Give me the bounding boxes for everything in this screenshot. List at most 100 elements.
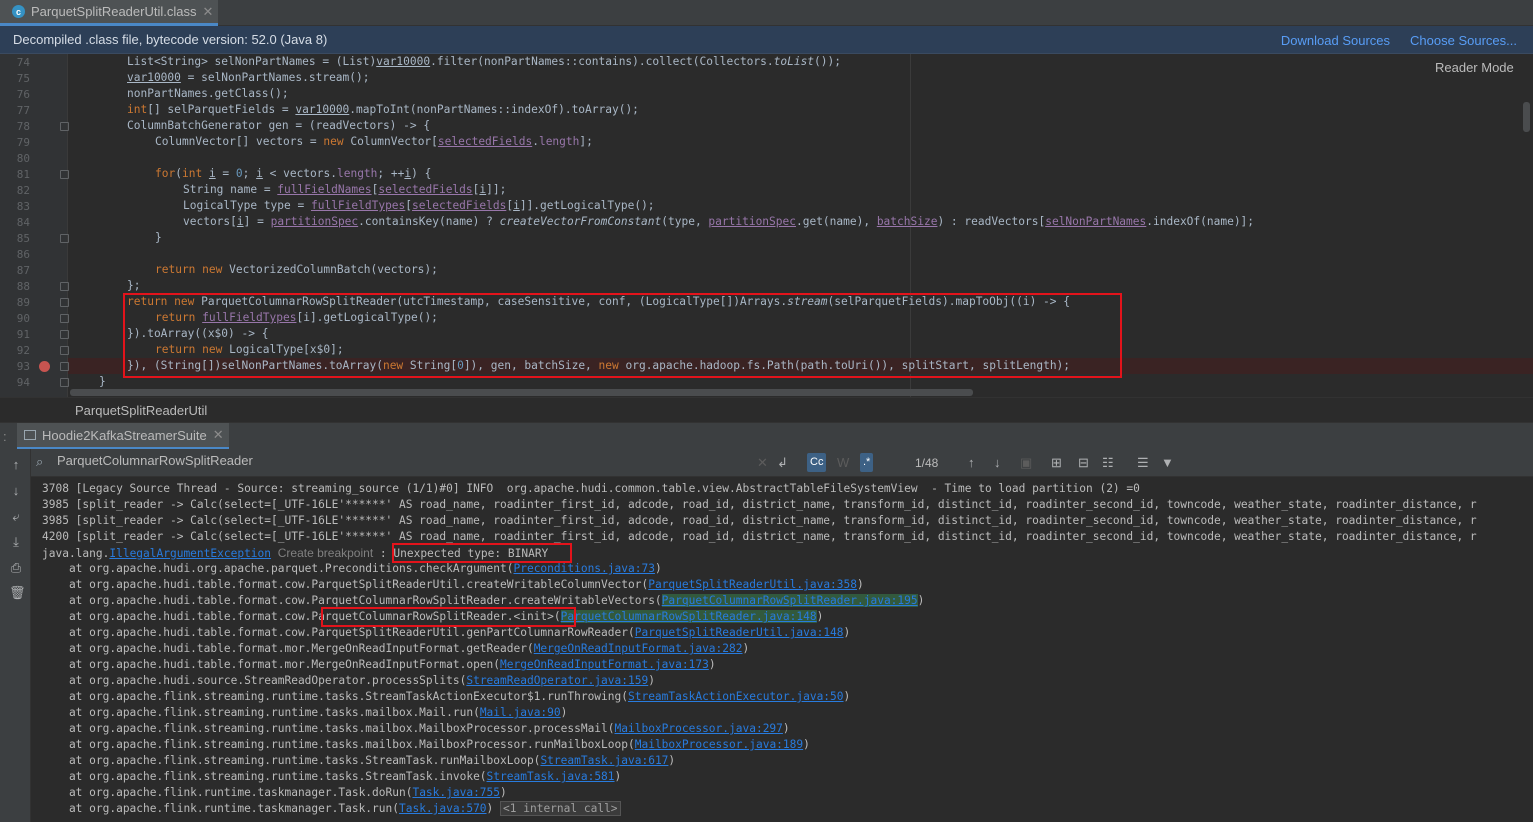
select-all-occurrences-icon[interactable]: ☷ bbox=[1102, 455, 1114, 471]
horizontal-scrollbar[interactable] bbox=[70, 389, 973, 396]
banner-message: Decompiled .class file, bytecode version… bbox=[13, 32, 328, 47]
match-case-toggle[interactable]: Cc bbox=[807, 453, 827, 472]
scroll-to-end-icon[interactable]: ⤓ bbox=[9, 535, 23, 549]
previous-match-icon[interactable]: ↑ bbox=[968, 455, 975, 470]
frame-text: at org.apache.hudi.source.StreamReadOper… bbox=[42, 674, 467, 687]
run-config-icon bbox=[24, 430, 36, 440]
code-line: ColumnBatchGenerator gen = (readVectors)… bbox=[127, 119, 431, 132]
frame-suffix: ) bbox=[857, 578, 864, 591]
run-tab[interactable]: Hoodie2KafkaStreamerSuite ✕ bbox=[17, 423, 229, 450]
regex-toggle[interactable]: .* bbox=[860, 453, 874, 472]
line-number: 92 bbox=[16, 344, 30, 357]
frame-link[interactable]: StreamTaskActionExecutor.java:50 bbox=[628, 690, 844, 703]
console-toolbar: ↑ ↓ ⤶ ⤓ ⎙ 🗑 bbox=[0, 449, 31, 822]
remove-occurrence-icon[interactable]: ⊟ bbox=[1078, 455, 1089, 471]
line-number: 79 bbox=[16, 136, 30, 149]
line-number: 81 bbox=[16, 168, 30, 181]
select-all-icon[interactable]: ▣ bbox=[1020, 455, 1032, 471]
line-number: 86 bbox=[16, 248, 30, 261]
line-number: 75 bbox=[16, 72, 30, 85]
editor-tab-bar: c ParquetSplitReaderUtil.class ✕ bbox=[0, 0, 1533, 26]
arrow-up-icon[interactable]: ↑ bbox=[9, 458, 23, 472]
frame-suffix: ) bbox=[560, 706, 568, 719]
code-line: String name = fullFieldNames[selectedFie… bbox=[183, 183, 507, 196]
words-toggle[interactable]: W bbox=[837, 455, 849, 470]
trash-icon[interactable]: 🗑 bbox=[9, 586, 26, 600]
frame-link[interactable]: ParquetColumnarRowSplitReader.java:148 bbox=[560, 610, 817, 623]
exception-class-link[interactable]: IllegalArgumentException bbox=[109, 547, 271, 560]
frame-link[interactable]: MailboxProcessor.java:297 bbox=[615, 722, 783, 735]
arrow-down-icon[interactable]: ↓ bbox=[9, 484, 23, 498]
search-icon[interactable]: ⌕ bbox=[36, 454, 43, 470]
frame-link[interactable]: MergeOnReadInputFormat.java:282 bbox=[534, 642, 743, 655]
next-match-icon[interactable]: ↓ bbox=[994, 455, 1001, 470]
create-breakpoint-link[interactable]: Create breakpoint bbox=[278, 546, 373, 560]
frame-text: at org.apache.flink.streaming.runtime.ta… bbox=[42, 738, 635, 751]
fold-icon[interactable] bbox=[60, 330, 69, 339]
stack-frame: at org.apache.flink.streaming.runtime.ta… bbox=[42, 753, 675, 769]
frame-link[interactable]: Preconditions.java:73 bbox=[513, 562, 654, 575]
close-icon[interactable]: ✕ bbox=[213, 427, 224, 443]
more-icon[interactable]: : bbox=[3, 429, 7, 444]
frame-link[interactable]: Task.java:570 bbox=[399, 802, 487, 815]
highlight-box bbox=[392, 543, 572, 563]
download-sources-link[interactable]: Download Sources bbox=[1281, 33, 1390, 48]
fold-icon[interactable] bbox=[60, 298, 69, 307]
stack-frame: at org.apache.flink.streaming.runtime.ta… bbox=[42, 689, 850, 705]
console-search-bar: ⌕ ParquetColumnarRowSplitReader ✕ ↲ Cc W… bbox=[31, 449, 1533, 477]
line-number: 90 bbox=[16, 312, 30, 325]
fold-icon[interactable] bbox=[60, 282, 69, 291]
frame-link[interactable]: ParquetSplitReaderUtil.java:148 bbox=[635, 626, 844, 639]
vertical-scrollbar[interactable] bbox=[1523, 102, 1530, 132]
editor-gutter[interactable]: 74 75 76 77 78 79 80 81 82 83 84 85 86 8… bbox=[0, 54, 69, 397]
add-occurrence-icon[interactable]: ⊞ bbox=[1051, 455, 1062, 471]
frame-text: at org.apache.hudi.table.format.cow.Parq… bbox=[42, 626, 635, 639]
code-editor[interactable]: List<String> selNonPartNames = (List)var… bbox=[0, 54, 1533, 397]
frame-link[interactable]: MailboxProcessor.java:189 bbox=[635, 738, 803, 751]
fold-icon[interactable] bbox=[60, 378, 69, 387]
clear-icon[interactable]: ✕ bbox=[757, 455, 768, 471]
fold-icon[interactable] bbox=[60, 362, 69, 371]
match-count: 1/48 bbox=[915, 456, 939, 470]
frame-link[interactable]: Task.java:755 bbox=[412, 786, 500, 799]
code-line: ColumnVector[] vectors = new ColumnVecto… bbox=[155, 135, 593, 148]
fold-icon[interactable] bbox=[60, 234, 69, 243]
frame-link[interactable]: Mail.java:90 bbox=[480, 706, 561, 719]
choose-sources-link[interactable]: Choose Sources... bbox=[1410, 33, 1517, 48]
stack-frame: at org.apache.flink.streaming.runtime.ta… bbox=[42, 769, 621, 785]
frame-link[interactable]: StreamTask.java:617 bbox=[540, 754, 668, 767]
frame-text: at org.apache.hudi.table.format.mor.Merg… bbox=[42, 642, 534, 655]
filter-lines-icon[interactable]: ☰ bbox=[1137, 455, 1149, 471]
frame-suffix: ) bbox=[614, 770, 622, 783]
file-tab[interactable]: c ParquetSplitReaderUtil.class ✕ bbox=[0, 0, 218, 26]
fold-icon[interactable] bbox=[60, 122, 69, 131]
line-number: 77 bbox=[16, 104, 30, 117]
new-line-icon[interactable]: ↲ bbox=[777, 455, 788, 471]
line-number: 94 bbox=[16, 376, 30, 389]
highlight-box bbox=[321, 607, 576, 627]
reader-mode-button[interactable]: Reader Mode bbox=[1435, 60, 1514, 75]
fold-icon[interactable] bbox=[60, 346, 69, 355]
frame-link[interactable]: MergeOnReadInputFormat.java:173 bbox=[500, 658, 709, 671]
internal-calls-fold[interactable]: <1 internal call> bbox=[500, 801, 621, 816]
frame-link[interactable]: ParquetSplitReaderUtil.java:358 bbox=[648, 578, 857, 591]
fold-icon[interactable] bbox=[60, 314, 69, 323]
frame-link[interactable]: StreamReadOperator.java:159 bbox=[466, 674, 648, 687]
filter-icon[interactable]: ▼ bbox=[1161, 455, 1174, 470]
frame-text: at org.apache.hudi.org.apache.parquet.Pr… bbox=[42, 562, 514, 575]
breakpoint-icon[interactable] bbox=[39, 361, 50, 372]
breadcrumb-item[interactable]: ParquetSplitReaderUtil bbox=[75, 403, 207, 418]
soft-wrap-icon[interactable]: ⤶ bbox=[9, 510, 23, 524]
log-line: 3708 [Legacy Source Thread - Source: str… bbox=[42, 482, 1140, 495]
search-input[interactable]: ParquetColumnarRowSplitReader bbox=[57, 453, 253, 468]
frame-link[interactable]: StreamTask.java:581 bbox=[487, 770, 615, 783]
stack-frame: at org.apache.flink.streaming.runtime.ta… bbox=[42, 721, 790, 737]
highlight-box bbox=[123, 293, 1122, 378]
print-icon[interactable]: ⎙ bbox=[9, 561, 23, 575]
close-icon[interactable]: ✕ bbox=[202, 4, 213, 20]
frame-link[interactable]: ParquetColumnarRowSplitReader.java:195 bbox=[661, 594, 918, 607]
console-output[interactable]: 3708 [Legacy Source Thread - Source: str… bbox=[31, 477, 1533, 822]
fold-icon[interactable] bbox=[60, 170, 69, 179]
